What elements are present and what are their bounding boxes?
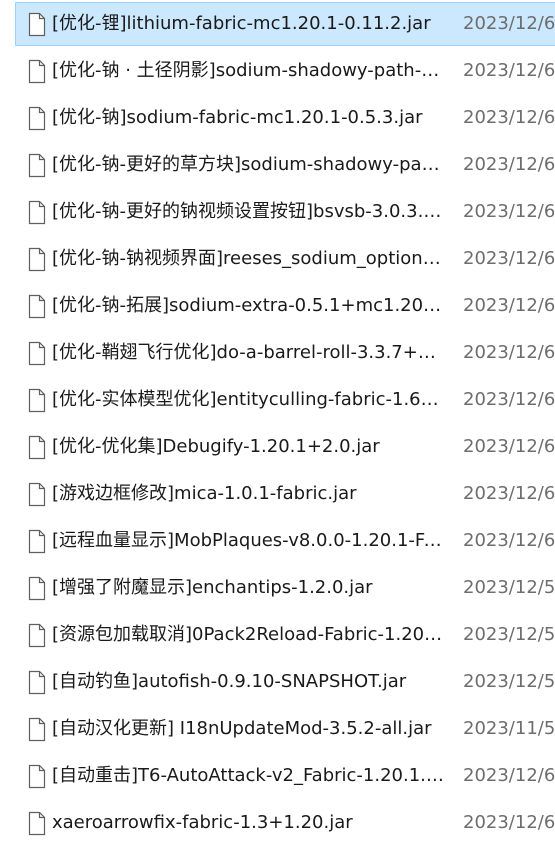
file-icon [28,717,46,742]
file-modified-date: 2023/12/6 [463,483,555,504]
file-icon [28,200,46,225]
file-row[interactable]: [优化-优化集]Debugify-1.20.1+2.0.jar 2023/12/6 [15,425,555,469]
file-row[interactable]: [优化-钠-钠视频界面]reeses_sodium_options-... 202… [15,237,555,281]
file-modified-date: 2023/12/6 [463,389,555,410]
file-name: [增强了附魔显示]enchantips-1.2.0.jar [52,577,373,598]
file-name: [优化-鞘翅飞行优化]do-a-barrel-roll-3.3.7+1.... [52,342,444,363]
file-row[interactable]: [优化-钠-更好的钠视频设置按钮]bsvsb-3.0.3.jar 2023/12/… [15,190,555,234]
file-name: xaeroarrowfix-fabric-1.3+1.20.jar [52,812,353,833]
file-name: [优化-实体模型优化]entityculling-fabric-1.6.2... [52,389,444,410]
file-modified-date: 2023/11/5 [463,718,555,739]
file-icon [28,59,46,84]
file-icon [28,388,46,413]
file-name: [优化-优化集]Debugify-1.20.1+2.0.jar [52,436,380,457]
file-modified-date: 2023/12/6 [463,436,555,457]
file-modified-date: 2023/12/5 [463,577,555,598]
file-modified-date: 2023/12/6 [463,107,555,128]
file-name: [优化-钠-拓展]sodium-extra-0.5.1+mc1.20.1... [52,295,444,316]
file-name: [自动钓鱼]autofish-0.9.10-SNAPSHOT.jar [52,671,407,692]
file-modified-date: 2023/12/5 [463,671,555,692]
file-row[interactable]: [远程血量显示]MobPlaques-v8.0.0-1.20.1-Fa... 20… [15,519,555,563]
file-name: [自动重击]T6-AutoAttack-v2_Fabric-1.20.1.jar [52,765,444,786]
file-modified-date: 2023/12/6 [463,248,555,269]
file-name: [优化-锂]lithium-fabric-mc1.20.1-0.11.2.jar [52,13,431,34]
file-modified-date: 2023/12/6 [463,295,555,316]
file-row[interactable]: [优化-鞘翅飞行优化]do-a-barrel-roll-3.3.7+1.... 2… [15,331,555,375]
file-name: [优化-钠 · 土径阴影]sodium-shadowy-path-b... [52,60,444,81]
file-row[interactable]: [优化-钠]sodium-fabric-mc1.20.1-0.5.3.jar 20… [15,96,555,140]
file-name: [优化-钠-更好的钠视频设置按钮]bsvsb-3.0.3.jar [52,201,444,222]
file-list: [优化-锂]lithium-fabric-mc1.20.1-0.11.2.jar… [0,0,555,846]
file-name: [优化-钠-钠视频界面]reeses_sodium_options-... [52,248,444,269]
file-row[interactable]: [资源包加载取消]0Pack2Reload-Fabric-1.20.... 202… [15,613,555,657]
file-row[interactable]: [游戏边框修改]mica-1.0.1-fabric.jar 2023/12/6 [15,472,555,516]
file-name: [优化-钠-更好的草方块]sodium-shadowy-pat... [52,154,444,175]
file-modified-date: 2023/12/6 [463,13,555,34]
file-name: [优化-钠]sodium-fabric-mc1.20.1-0.5.3.jar [52,107,423,128]
file-row[interactable]: [自动重击]T6-AutoAttack-v2_Fabric-1.20.1.jar… [15,754,555,798]
file-modified-date: 2023/12/6 [463,765,555,786]
file-icon [28,623,46,648]
file-row[interactable]: [优化-钠-拓展]sodium-extra-0.5.1+mc1.20.1... 2… [15,284,555,328]
file-icon [28,811,46,836]
file-row[interactable]: xaeroarrowfix-fabric-1.3+1.20.jar 2023/12… [15,801,555,845]
file-modified-date: 2023/12/6 [463,60,555,81]
file-modified-date: 2023/12/5 [463,624,555,645]
file-name: [远程血量显示]MobPlaques-v8.0.0-1.20.1-Fa... [52,530,444,551]
file-icon [28,670,46,695]
file-icon [28,12,46,37]
file-modified-date: 2023/12/6 [463,812,555,833]
file-icon [28,435,46,460]
file-icon [28,294,46,319]
file-modified-date: 2023/12/6 [463,530,555,551]
file-row[interactable]: [自动钓鱼]autofish-0.9.10-SNAPSHOT.jar 2023/1… [15,660,555,704]
file-row[interactable]: [自动汉化更新] I18nUpdateMod-3.5.2-all.jar 2023… [15,707,555,751]
file-name: [资源包加载取消]0Pack2Reload-Fabric-1.20.... [52,624,444,645]
file-icon [28,106,46,131]
file-icon [28,153,46,178]
file-row[interactable]: [优化-钠 · 土径阴影]sodium-shadowy-path-b... 202… [15,49,555,93]
file-icon [28,247,46,272]
file-row[interactable]: [优化-钠-更好的草方块]sodium-shadowy-pat... 2023/1… [15,143,555,187]
file-row[interactable]: [优化-实体模型优化]entityculling-fabric-1.6.2...… [15,378,555,422]
file-modified-date: 2023/12/6 [463,342,555,363]
file-icon [28,764,46,789]
file-modified-date: 2023/12/6 [463,201,555,222]
file-icon [28,529,46,554]
file-icon [28,576,46,601]
file-row[interactable]: [优化-锂]lithium-fabric-mc1.20.1-0.11.2.jar… [15,2,555,46]
file-name: [自动汉化更新] I18nUpdateMod-3.5.2-all.jar [52,718,432,739]
file-modified-date: 2023/12/6 [463,154,555,175]
file-icon [28,482,46,507]
file-row[interactable]: [增强了附魔显示]enchantips-1.2.0.jar 2023/12/5 [15,566,555,610]
file-name: [游戏边框修改]mica-1.0.1-fabric.jar [52,483,357,504]
file-icon [28,341,46,366]
